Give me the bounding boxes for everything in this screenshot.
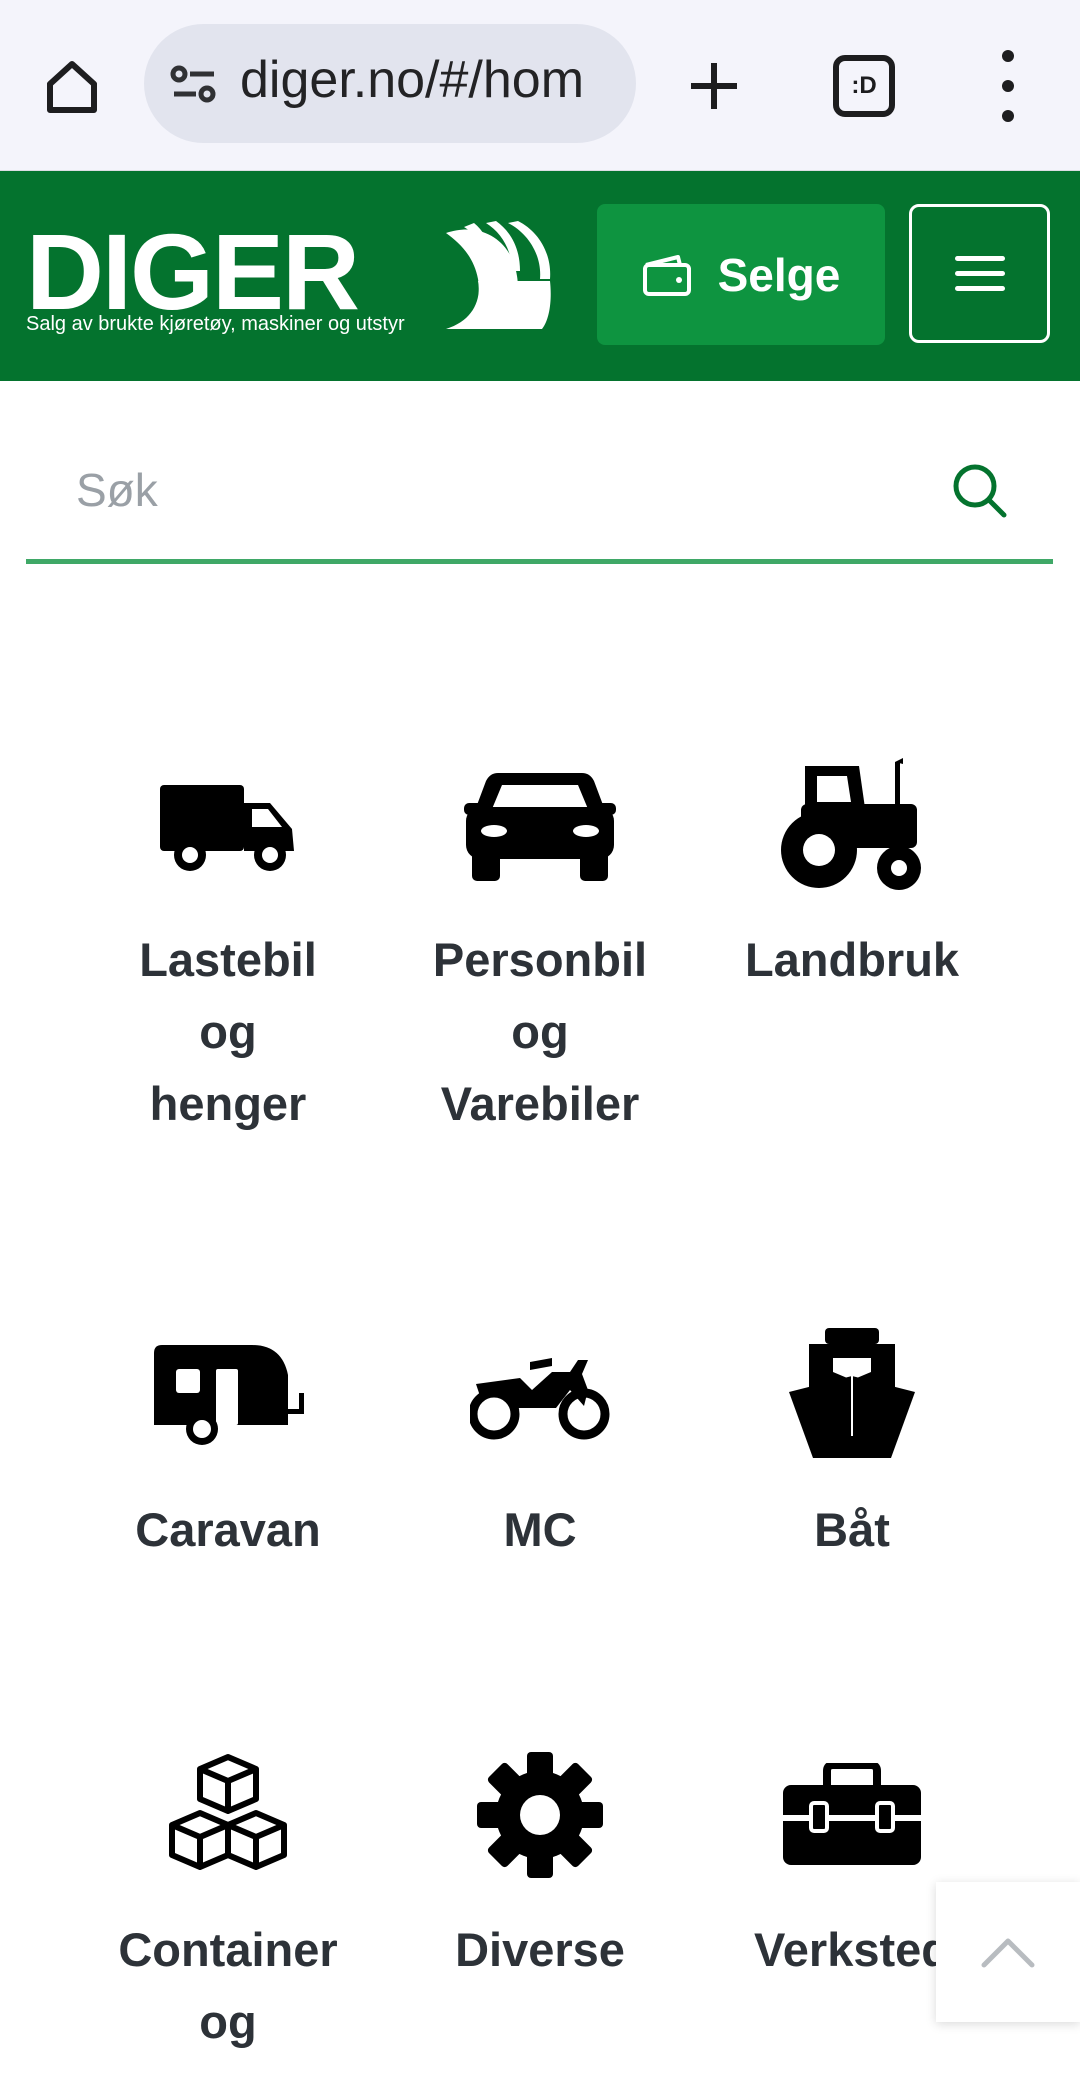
cubes-icon [169, 1754, 287, 1870]
scroll-to-top-button[interactable] [936, 1882, 1080, 2022]
caravan-icon [154, 1345, 304, 1445]
sell-button-label: Selge [717, 248, 841, 301]
category-bat[interactable]: Båt [696, 1320, 1008, 1566]
address-bar[interactable]: diger.no/#/hom [144, 24, 636, 143]
site-header: DIGER Salg av brukte kjøretøy, maskiner … [0, 171, 1080, 381]
site-menu-button[interactable] [909, 204, 1050, 343]
boat-icon [789, 1328, 915, 1458]
category-label: Landbruk [744, 933, 960, 986]
hamburger-line-icon [954, 271, 1005, 276]
category-label: Båt [814, 1503, 890, 1556]
wallet-icon [642, 254, 691, 296]
browser-menu-button[interactable] [986, 50, 1030, 122]
sell-button[interactable]: Selge [597, 204, 885, 345]
category-label: Container og [118, 1923, 338, 2048]
search-icon[interactable] [951, 462, 1011, 522]
category-label: MC [503, 1503, 577, 1556]
plus-icon [691, 63, 737, 109]
hamburger-line-icon [954, 286, 1005, 291]
home-icon [47, 61, 97, 113]
menu-dot-icon [1002, 50, 1014, 62]
logo-mark-icon [446, 221, 551, 329]
category-label: Lastebil og henger [139, 933, 317, 1130]
tractor-icon [781, 758, 921, 890]
gear-icon [477, 1752, 603, 1878]
category-label: Personbil og Varebiler [432, 933, 648, 1130]
category-container[interactable]: Container og [72, 1740, 384, 2058]
toolbox-icon [783, 1763, 921, 1865]
menu-dot-icon [1002, 110, 1014, 122]
tab-switcher-button[interactable]: :D [824, 52, 904, 120]
category-personbil[interactable]: Personbil og Varebiler [384, 750, 696, 1140]
site-settings-icon [170, 65, 216, 103]
category-mc[interactable]: MC [384, 1320, 696, 1566]
hamburger-line-icon [954, 256, 1005, 261]
category-caravan[interactable]: Caravan [72, 1320, 384, 1566]
tab-count: :D [833, 55, 895, 117]
url-text: diger.no/#/hom [240, 51, 585, 109]
truck-icon [160, 785, 294, 871]
category-label: Caravan [135, 1503, 321, 1556]
car-icon [464, 773, 616, 881]
browser-toolbar: diger.no/#/hom :D [0, 0, 1080, 171]
chevron-up-icon [981, 1938, 1035, 1968]
new-tab-button[interactable] [674, 46, 754, 126]
search-input[interactable] [74, 454, 928, 526]
category-lastebil[interactable]: Lastebil og henger [72, 750, 384, 1140]
category-diverse[interactable]: Diverse [384, 1740, 696, 1986]
category-landbruk[interactable]: Landbruk [696, 750, 1008, 996]
home-button[interactable] [32, 50, 112, 122]
site-logo[interactable]: DIGER Salg av brukte kjøretøy, maskiner … [26, 211, 554, 345]
category-label: Diverse [455, 1923, 625, 1976]
logo-tagline: Salg av brukte kjøretøy, maskiner og uts… [26, 313, 405, 335]
motorcycle-icon [470, 1358, 610, 1440]
search-box [26, 424, 1053, 564]
menu-dot-icon [1002, 80, 1014, 92]
